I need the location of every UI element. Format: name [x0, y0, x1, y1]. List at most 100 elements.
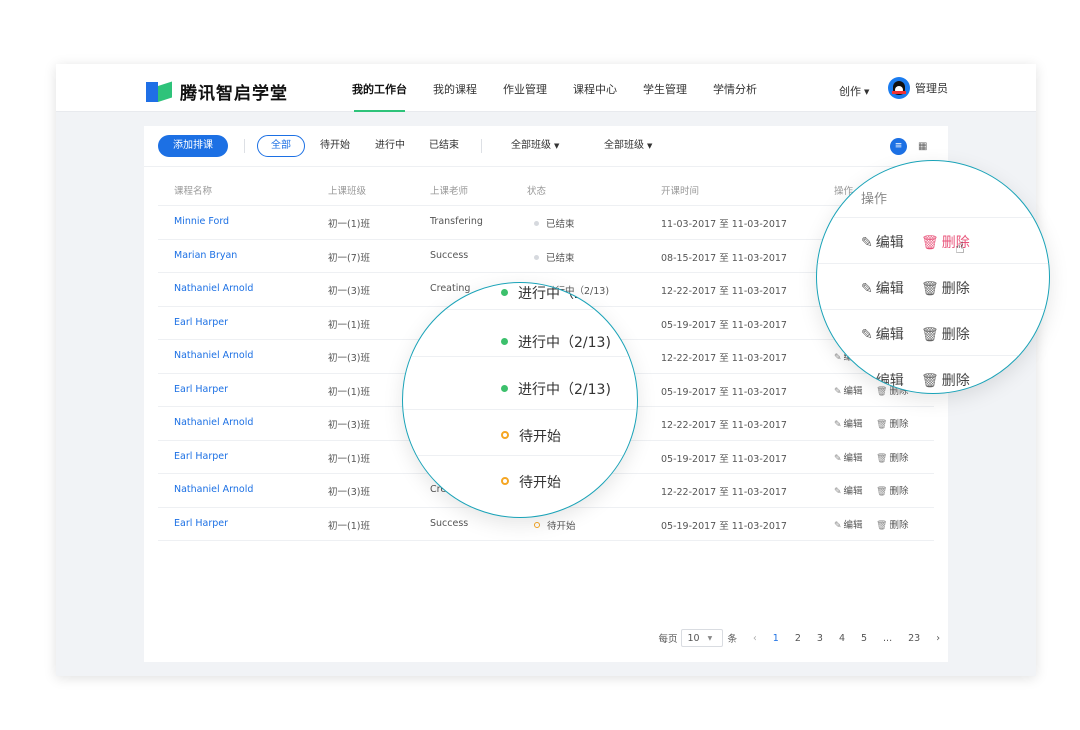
nav-item-my-courses[interactable]: 我的课程	[433, 64, 477, 112]
time-cell: 05-19-2017 至 11-03-2017	[661, 520, 787, 532]
page-4[interactable]: 4	[839, 633, 845, 644]
delete-label: 删除	[941, 327, 970, 343]
edit-label: 编辑	[843, 419, 863, 430]
magnified-edit-button[interactable]: ✎ 编辑	[861, 370, 904, 390]
page-5[interactable]: 5	[861, 633, 867, 644]
magnified-edit-button[interactable]: ✎ 编辑	[861, 324, 904, 344]
edit-icon: ✎	[834, 453, 842, 464]
prev-page-icon[interactable]: ‹	[753, 633, 757, 644]
header-teacher: 上课老师	[430, 186, 469, 197]
avatar	[888, 77, 910, 99]
edit-label: 编辑	[843, 385, 863, 397]
trash-icon: 🗑	[876, 420, 888, 430]
page-23[interactable]: 23	[908, 633, 920, 644]
status-dot	[501, 289, 508, 296]
edit-button[interactable]: ✎编辑	[834, 517, 863, 531]
user-name: 管理员	[915, 82, 948, 95]
course-name-link[interactable]: Minnie Ford	[174, 216, 229, 227]
main-nav: 我的工作台 我的课程 作业管理 课程中心 学生管理 学情分析	[352, 64, 783, 112]
next-page-icon[interactable]: ›	[936, 633, 940, 644]
class-cell: 初一(3)班	[328, 420, 370, 431]
logo-text: 腾讯智启学堂	[180, 84, 288, 104]
create-menu-label: 创作	[839, 85, 861, 98]
course-name-link[interactable]: Nathaniel Arnold	[174, 417, 253, 428]
create-menu[interactable]: 创作 ▼	[839, 83, 869, 99]
magnified-edit-button[interactable]: ✎ 编辑	[861, 278, 904, 298]
nav-item-workbench[interactable]: 我的工作台	[352, 64, 407, 112]
trash-icon: 🗑	[876, 520, 888, 531]
caret-down-icon: ▼	[647, 142, 653, 150]
status-dot	[534, 521, 540, 528]
teacher-cell: Transfering	[430, 216, 483, 227]
delete-button[interactable]: 🗑 删除	[876, 483, 908, 497]
grid-view-icon[interactable]: ▦	[918, 138, 927, 155]
magnified-status-text: 进行中（2/13)	[518, 335, 611, 351]
course-name-link[interactable]: Nathaniel Arnold	[174, 350, 253, 361]
status-dot	[501, 338, 508, 345]
time-cell: 12-22-2017 至 11-03-2017	[661, 286, 787, 297]
course-name-link[interactable]: Earl Harper	[174, 384, 228, 395]
magnified-status-row: 待开始	[403, 456, 637, 502]
delete-button[interactable]: 🗑 删除	[876, 517, 908, 531]
list-view-icon[interactable]: ≡	[890, 138, 907, 155]
page-size-select[interactable]: 10 ▼	[681, 629, 724, 647]
nav-item-analytics[interactable]: 学情分析	[713, 64, 757, 112]
trash-icon: 🗑	[921, 281, 939, 297]
delete-button[interactable]: 🗑 删除	[876, 450, 908, 464]
page-ellipsis: ...	[883, 632, 893, 644]
magnified-delete-button[interactable]: 🗑 删除	[921, 324, 970, 344]
time-cell: 08-15-2017 至 11-03-2017	[661, 252, 787, 264]
course-name-link[interactable]: Nathaniel Arnold	[174, 484, 253, 495]
page-1[interactable]: 1	[773, 633, 779, 644]
class-cell: 初一(1)班	[328, 386, 370, 398]
filter-not-started[interactable]: 待开始	[320, 135, 350, 157]
course-name-link[interactable]: Nathaniel Arnold	[174, 283, 253, 294]
edit-button[interactable]: ✎编辑	[834, 450, 863, 464]
course-name-link[interactable]: Earl Harper	[174, 518, 228, 529]
course-name-link[interactable]: Earl Harper	[174, 317, 228, 328]
time-cell: 05-19-2017 至 11-03-2017	[661, 453, 787, 465]
magnified-status-row: 进行中（2/13)	[403, 310, 637, 357]
time-cell: 05-19-2017 至 11-03-2017	[661, 319, 787, 331]
magnified-edit-button[interactable]: ✎ 编辑	[861, 232, 904, 252]
edit-button[interactable]: ✎编辑	[834, 416, 863, 430]
page-2[interactable]: 2	[795, 633, 801, 644]
class-dropdown-2[interactable]: 全部班级 ▼	[604, 135, 652, 157]
divider	[817, 355, 1049, 356]
logo[interactable]: 腾讯智启学堂	[146, 79, 288, 104]
magnified-delete-button[interactable]: 🗑 删除	[921, 278, 970, 298]
status-dot	[534, 254, 539, 260]
course-name-link[interactable]: Marian Bryan	[174, 250, 237, 261]
class-dropdown-1[interactable]: 全部班级 ▼	[511, 135, 559, 157]
edit-button[interactable]: ✎编辑	[834, 383, 863, 397]
teacher-cell: Success	[430, 517, 469, 529]
course-name-link[interactable]: Earl Harper	[174, 451, 228, 462]
edit-icon: ✎	[861, 281, 873, 297]
magnified-status-text: 待开始	[519, 429, 561, 445]
filter-in-progress[interactable]: 进行中	[375, 135, 405, 157]
table-header: 课程名称 上课班级 上课老师 状态 开课时间 操作	[158, 176, 934, 206]
edit-icon: ✎	[861, 373, 873, 389]
user-menu[interactable]: 管理员	[888, 77, 948, 99]
nav-item-course-center[interactable]: 课程中心	[573, 64, 617, 112]
magnified-delete-button[interactable]: 🗑 删除	[921, 370, 970, 390]
filter-ended[interactable]: 已结束	[429, 135, 459, 157]
edit-icon: ✎	[834, 420, 842, 430]
magnified-status-row: 待开始	[403, 410, 637, 456]
delete-label: 删除	[889, 486, 909, 497]
edit-label: 编辑	[843, 519, 863, 531]
edit-label: 编辑	[875, 281, 904, 297]
logo-icon	[146, 80, 174, 102]
add-schedule-button[interactable]: 添加排课	[158, 135, 228, 157]
divider	[817, 217, 1049, 218]
nav-item-students[interactable]: 学生管理	[643, 64, 687, 112]
edit-button[interactable]: ✎编辑	[834, 483, 863, 497]
page-3[interactable]: 3	[817, 633, 823, 644]
nav-item-homework[interactable]: 作业管理	[503, 64, 547, 112]
edit-label: 编辑	[875, 235, 904, 251]
per-page-label: 每页	[658, 634, 678, 645]
filter-all[interactable]: 全部	[257, 135, 305, 157]
hand-cursor-icon: ☝	[955, 238, 965, 257]
delete-button[interactable]: 🗑 删除	[876, 416, 908, 430]
status-text: 已结束	[546, 219, 575, 230]
